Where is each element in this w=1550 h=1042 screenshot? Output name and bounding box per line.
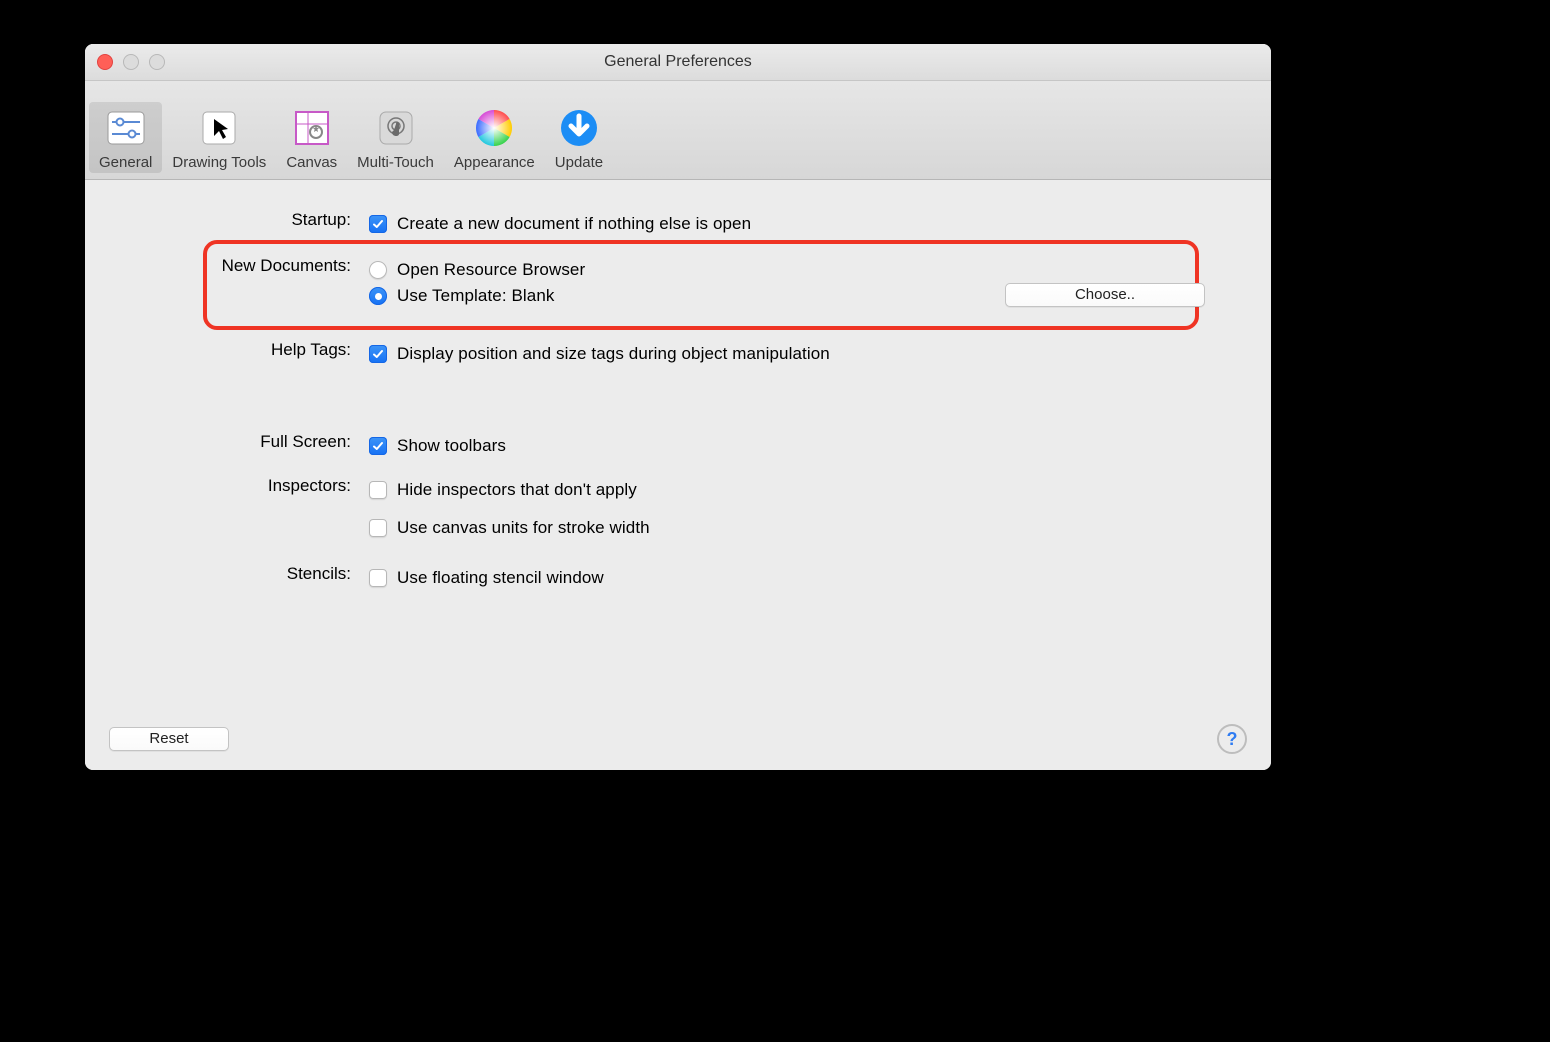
stencils-floating-label: Use floating stencil window: [397, 568, 604, 588]
footer: Reset ?: [85, 707, 1271, 770]
cursor-icon: [197, 106, 241, 150]
tab-label: Appearance: [454, 154, 535, 171]
section-label-inspectors: Inspectors:: [113, 474, 351, 496]
section-label-full-screen: Full Screen:: [113, 430, 351, 452]
stencils-floating-checkbox[interactable]: [369, 569, 387, 587]
full-screen-show-toolbars-checkbox[interactable]: [369, 437, 387, 455]
preferences-window: General Preferences General Drawing Tool…: [85, 44, 1271, 770]
preferences-toolbar: General Drawing Tools Canvas Multi-Touch: [85, 81, 1271, 180]
section-label-stencils: Stencils:: [113, 562, 351, 584]
tab-label: Canvas: [286, 154, 337, 171]
new-documents-open-browser-radio[interactable]: [369, 261, 387, 279]
zoom-window-button[interactable]: [149, 54, 165, 70]
tab-label: Multi-Touch: [357, 154, 434, 171]
touch-icon: [374, 106, 418, 150]
help-button[interactable]: ?: [1217, 724, 1247, 754]
canvas-icon: [290, 106, 334, 150]
section-label-new-documents: New Documents:: [113, 254, 351, 276]
tab-multi-touch[interactable]: Multi-Touch: [347, 102, 444, 173]
inspectors-hide-checkbox[interactable]: [369, 481, 387, 499]
tab-update[interactable]: Update: [545, 102, 613, 173]
inspectors-canvas-units-label: Use canvas units for stroke width: [397, 518, 650, 538]
sliders-icon: [104, 106, 148, 150]
tab-drawing-tools[interactable]: Drawing Tools: [162, 102, 276, 173]
reset-button[interactable]: Reset: [109, 727, 229, 751]
new-documents-use-template-radio[interactable]: [369, 287, 387, 305]
tab-label: Drawing Tools: [172, 154, 266, 171]
startup-create-new-checkbox[interactable]: [369, 215, 387, 233]
new-documents-use-template-label: Use Template: Blank: [397, 286, 555, 306]
tab-general[interactable]: General: [89, 102, 162, 173]
inspectors-canvas-units-checkbox[interactable]: [369, 519, 387, 537]
tab-canvas[interactable]: Canvas: [276, 102, 347, 173]
tab-label: Update: [555, 154, 603, 171]
tab-label: General: [99, 154, 152, 171]
help-tags-display-label: Display position and size tags during ob…: [397, 344, 830, 364]
section-label-help-tags: Help Tags:: [113, 338, 351, 360]
download-arrow-icon: [557, 106, 601, 150]
titlebar: General Preferences: [85, 44, 1271, 81]
new-documents-open-browser-label: Open Resource Browser: [397, 260, 585, 280]
window-title: General Preferences: [85, 53, 1271, 71]
inspectors-hide-label: Hide inspectors that don't apply: [397, 480, 637, 500]
tab-appearance[interactable]: Appearance: [444, 102, 545, 173]
help-icon: ?: [1227, 729, 1238, 750]
full-screen-show-toolbars-label: Show toolbars: [397, 436, 506, 456]
color-wheel-icon: [472, 106, 516, 150]
window-controls: [97, 54, 165, 70]
startup-create-new-label: Create a new document if nothing else is…: [397, 214, 751, 234]
close-window-button[interactable]: [97, 54, 113, 70]
preferences-content: Startup: Create a new document if nothin…: [85, 180, 1271, 756]
section-label-startup: Startup:: [113, 208, 351, 230]
help-tags-display-checkbox[interactable]: [369, 345, 387, 363]
choose-template-button[interactable]: Choose..: [1005, 283, 1205, 307]
minimize-window-button[interactable]: [123, 54, 139, 70]
